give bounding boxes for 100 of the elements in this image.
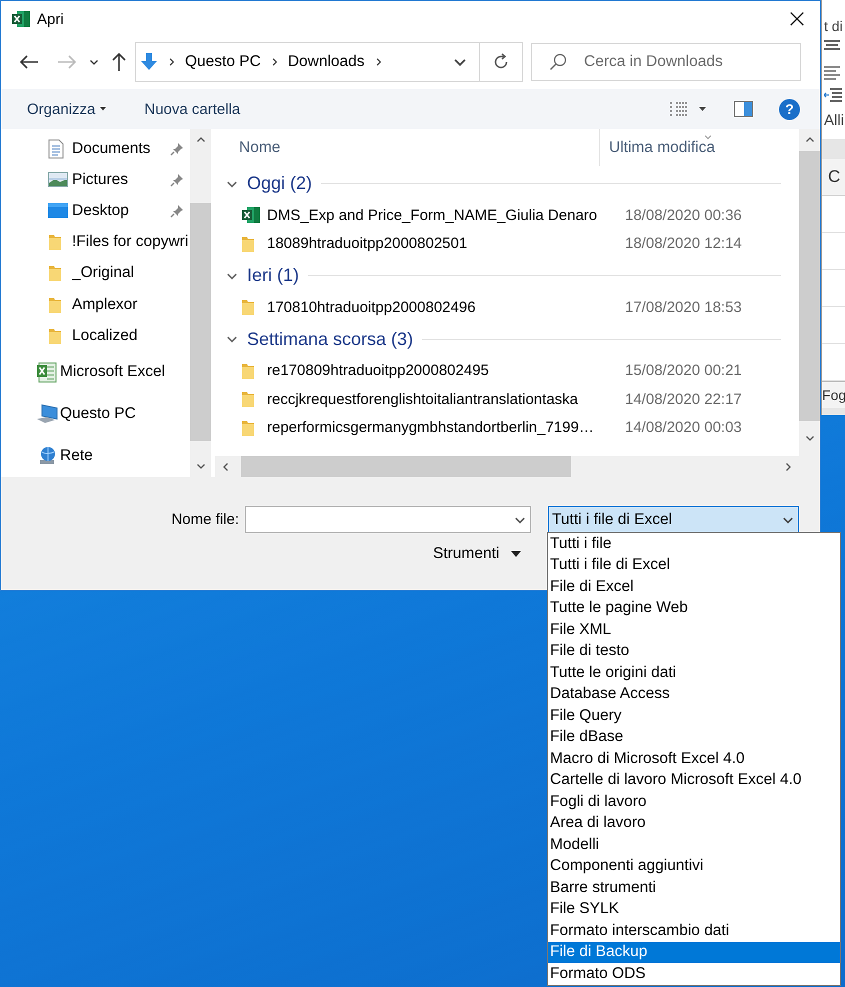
file-name[interactable]: DMS_Exp and Price_Form_NAME_Giulia Denaro <box>267 206 625 224</box>
nav-item[interactable]: Pictures <box>1 164 190 196</box>
file-name[interactable]: 18089htraduoitpp2000802501 <box>267 235 625 252</box>
close-button[interactable]: × <box>774 2 820 36</box>
chevron-icon <box>783 462 794 472</box>
chevron-icon <box>270 57 279 67</box>
caret-icon <box>100 107 106 111</box>
nav-item[interactable]: Questo PC <box>1 393 190 436</box>
file-name[interactable]: reccjkrequestforenglishtoitaliantranslationtaska <box>267 390 625 408</box>
align-icon <box>824 40 840 52</box>
file-type-option[interactable]: Database Access <box>548 684 840 705</box>
chevron-icon <box>374 57 382 67</box>
file-name[interactable]: re170809htraduoitpp2000802495 <box>267 362 625 380</box>
file-type-option[interactable]: File dBase <box>548 726 840 748</box>
chevron-icon <box>167 57 176 67</box>
folder-icon <box>241 362 255 380</box>
nav-item[interactable]: _Original <box>1 258 190 289</box>
modified-date: 14/08/2020 22:17 <box>625 390 742 408</box>
tools-menu[interactable]: Strumenti <box>433 545 522 563</box>
computer-icon <box>36 404 58 424</box>
pictures-icon <box>48 172 68 188</box>
folder-icon <box>241 418 255 437</box>
group-label: Alli <box>823 112 845 129</box>
folder-icon <box>48 233 62 252</box>
file-name[interactable]: reperformicsgermanygmbhstandortberlin_7199… <box>267 419 625 436</box>
caret-icon <box>699 107 706 111</box>
nav-item[interactable]: !Files for copywri <box>1 226 190 258</box>
column-header: C <box>828 167 840 187</box>
file-type-option[interactable]: Tutte le pagine Web <box>548 598 840 619</box>
file-type-option[interactable]: Tutte le origini dati <box>548 662 840 684</box>
folder-icon <box>241 390 255 408</box>
file-type-option[interactable]: Formato ODS <box>548 963 840 984</box>
ribbon-bar <box>822 139 845 159</box>
nav-item[interactable]: Rete <box>1 435 190 477</box>
file-type-option[interactable]: File di Excel <box>548 576 840 598</box>
group-header[interactable]: Ieri (1) <box>215 258 800 293</box>
file-name[interactable]: 170810htraduoitpp2000802496 <box>267 298 625 316</box>
file-type-option[interactable]: Modelli <box>548 834 840 856</box>
column-header[interactable]: Ultima modifica <box>600 129 715 166</box>
file-type-option[interactable]: Barre strumenti <box>548 877 840 898</box>
file-type-option[interactable]: Componenti aggiuntivi <box>548 856 840 877</box>
scroll-thumb[interactable] <box>190 203 211 441</box>
document-icon <box>48 138 64 159</box>
address-bar[interactable]: Questo PC Downloads <box>135 42 523 82</box>
file-type-option[interactable]: File di Backup <box>548 942 840 963</box>
column-header[interactable]: Nome <box>215 129 600 166</box>
sort-icon <box>703 133 713 141</box>
excel-icon <box>241 206 261 224</box>
search-icon <box>549 53 567 71</box>
file-type-option[interactable]: Formato interscambio dati <box>548 920 840 942</box>
organize-menu[interactable]: Organizza <box>27 100 106 118</box>
search-field[interactable]: Cerca in Downloads <box>531 43 801 81</box>
status-bar <box>822 408 845 415</box>
file-type-option[interactable]: File SYLK <box>548 898 840 920</box>
file-type-option[interactable]: File di testo <box>548 640 840 662</box>
nav-item[interactable]: Documents <box>1 133 190 164</box>
view-menu-button[interactable] <box>699 107 706 111</box>
folder-icon <box>241 234 255 253</box>
align-icon <box>824 66 840 80</box>
file-name-field[interactable] <box>245 506 531 533</box>
nav-item[interactable]: Desktop <box>1 195 190 227</box>
breadcrumb[interactable]: Downloads <box>288 53 364 71</box>
nav-item[interactable]: Localized <box>1 320 190 352</box>
group-header[interactable]: Oggi (2) <box>215 166 800 201</box>
excel-icon <box>36 362 57 383</box>
file-type-option[interactable]: Fogli di lavoro <box>548 791 840 812</box>
folder-icon <box>48 296 62 314</box>
scrollbar[interactable] <box>799 129 820 477</box>
view-button[interactable] <box>669 101 690 117</box>
nav-item[interactable]: Microsoft Excel <box>1 351 190 394</box>
modified-date: 17/08/2020 18:53 <box>625 298 742 316</box>
modified-date: 18/08/2020 12:14 <box>625 235 742 252</box>
download-icon <box>140 52 158 72</box>
scroll-thumb[interactable] <box>241 456 571 477</box>
ribbon-label: t di <box>823 18 844 34</box>
scroll-thumb[interactable] <box>799 151 820 421</box>
folder-icon <box>48 264 62 282</box>
chevron-icon <box>196 461 206 471</box>
file-type-option[interactable]: File XML <box>548 619 840 640</box>
nav-item[interactable]: Amplexor <box>1 288 190 320</box>
chevron-icon <box>221 462 231 472</box>
horizontal-scrollbar[interactable] <box>215 456 800 477</box>
file-type-option[interactable]: Macro di Microsoft Excel 4.0 <box>548 748 840 770</box>
file-type-option[interactable]: Area di lavoro <box>548 812 840 834</box>
preview-pane-button[interactable] <box>734 101 754 117</box>
desktop-icon <box>48 203 68 218</box>
folder-icon <box>48 326 62 345</box>
new-folder-button[interactable]: Nuova cartella <box>144 100 240 118</box>
file-type-option[interactable]: File Query <box>548 705 840 726</box>
file-type-option[interactable]: Tutti i file di Excel <box>548 554 840 576</box>
modified-date: 18/08/2020 00:36 <box>625 206 742 224</box>
help-button[interactable]: ? <box>779 98 800 120</box>
group-header[interactable]: Settimana scorsa (3) <box>215 322 800 356</box>
scrollbar[interactable] <box>190 129 211 477</box>
file-type-dropdown[interactable]: Tutti i file di Excel <box>548 506 799 533</box>
chevron-icon <box>804 433 815 443</box>
modified-date: 15/08/2020 00:21 <box>625 362 742 380</box>
file-type-option[interactable]: Tutti i file <box>548 533 840 554</box>
breadcrumb[interactable]: Questo PC <box>185 53 261 71</box>
file-type-option[interactable]: Cartelle di lavoro Microsoft Excel 4.0 <box>548 770 840 791</box>
